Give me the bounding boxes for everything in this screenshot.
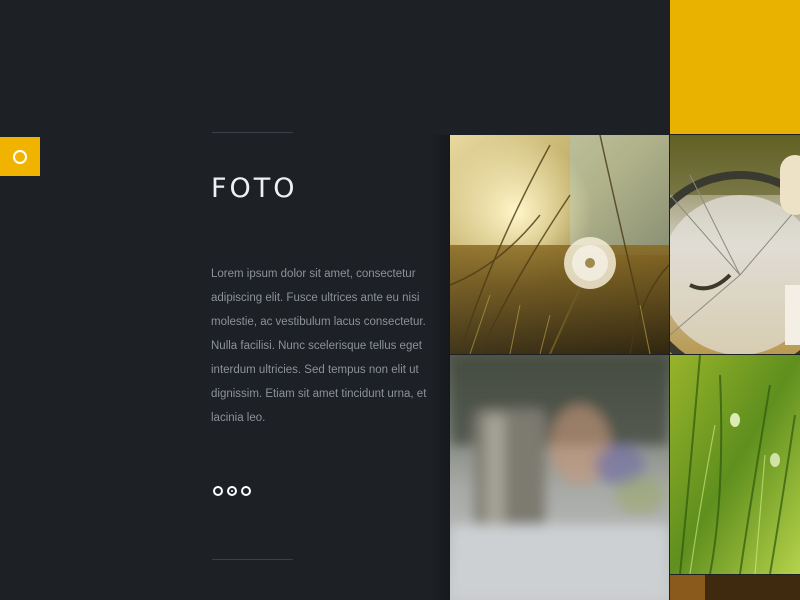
circle-icon: [13, 149, 27, 164]
pager-dot-2-active[interactable]: [227, 486, 237, 496]
photo-tile-grass[interactable]: [670, 355, 800, 574]
photo-tile-bicycle[interactable]: [670, 135, 800, 354]
gallery-shadow: [430, 135, 450, 600]
menu-toggle-button[interactable]: [0, 137, 40, 176]
pager-dot-3[interactable]: [241, 486, 251, 496]
bottom-divider: [212, 559, 293, 560]
slide-pager: [213, 486, 251, 496]
section-description: Lorem ipsum dolor sit amet, consectetur …: [211, 268, 427, 424]
photo-tile-cup[interactable]: [450, 355, 669, 600]
pager-dot-1[interactable]: [213, 486, 223, 496]
accent-block: [670, 0, 800, 134]
photo-tile-dandelion[interactable]: [450, 135, 669, 354]
top-divider: [212, 132, 293, 133]
page: FOTO Lorem ipsum dolor sit amet, consect…: [0, 0, 800, 600]
photo-tile-partial[interactable]: [670, 575, 800, 600]
section-title: FOTO: [211, 173, 298, 204]
